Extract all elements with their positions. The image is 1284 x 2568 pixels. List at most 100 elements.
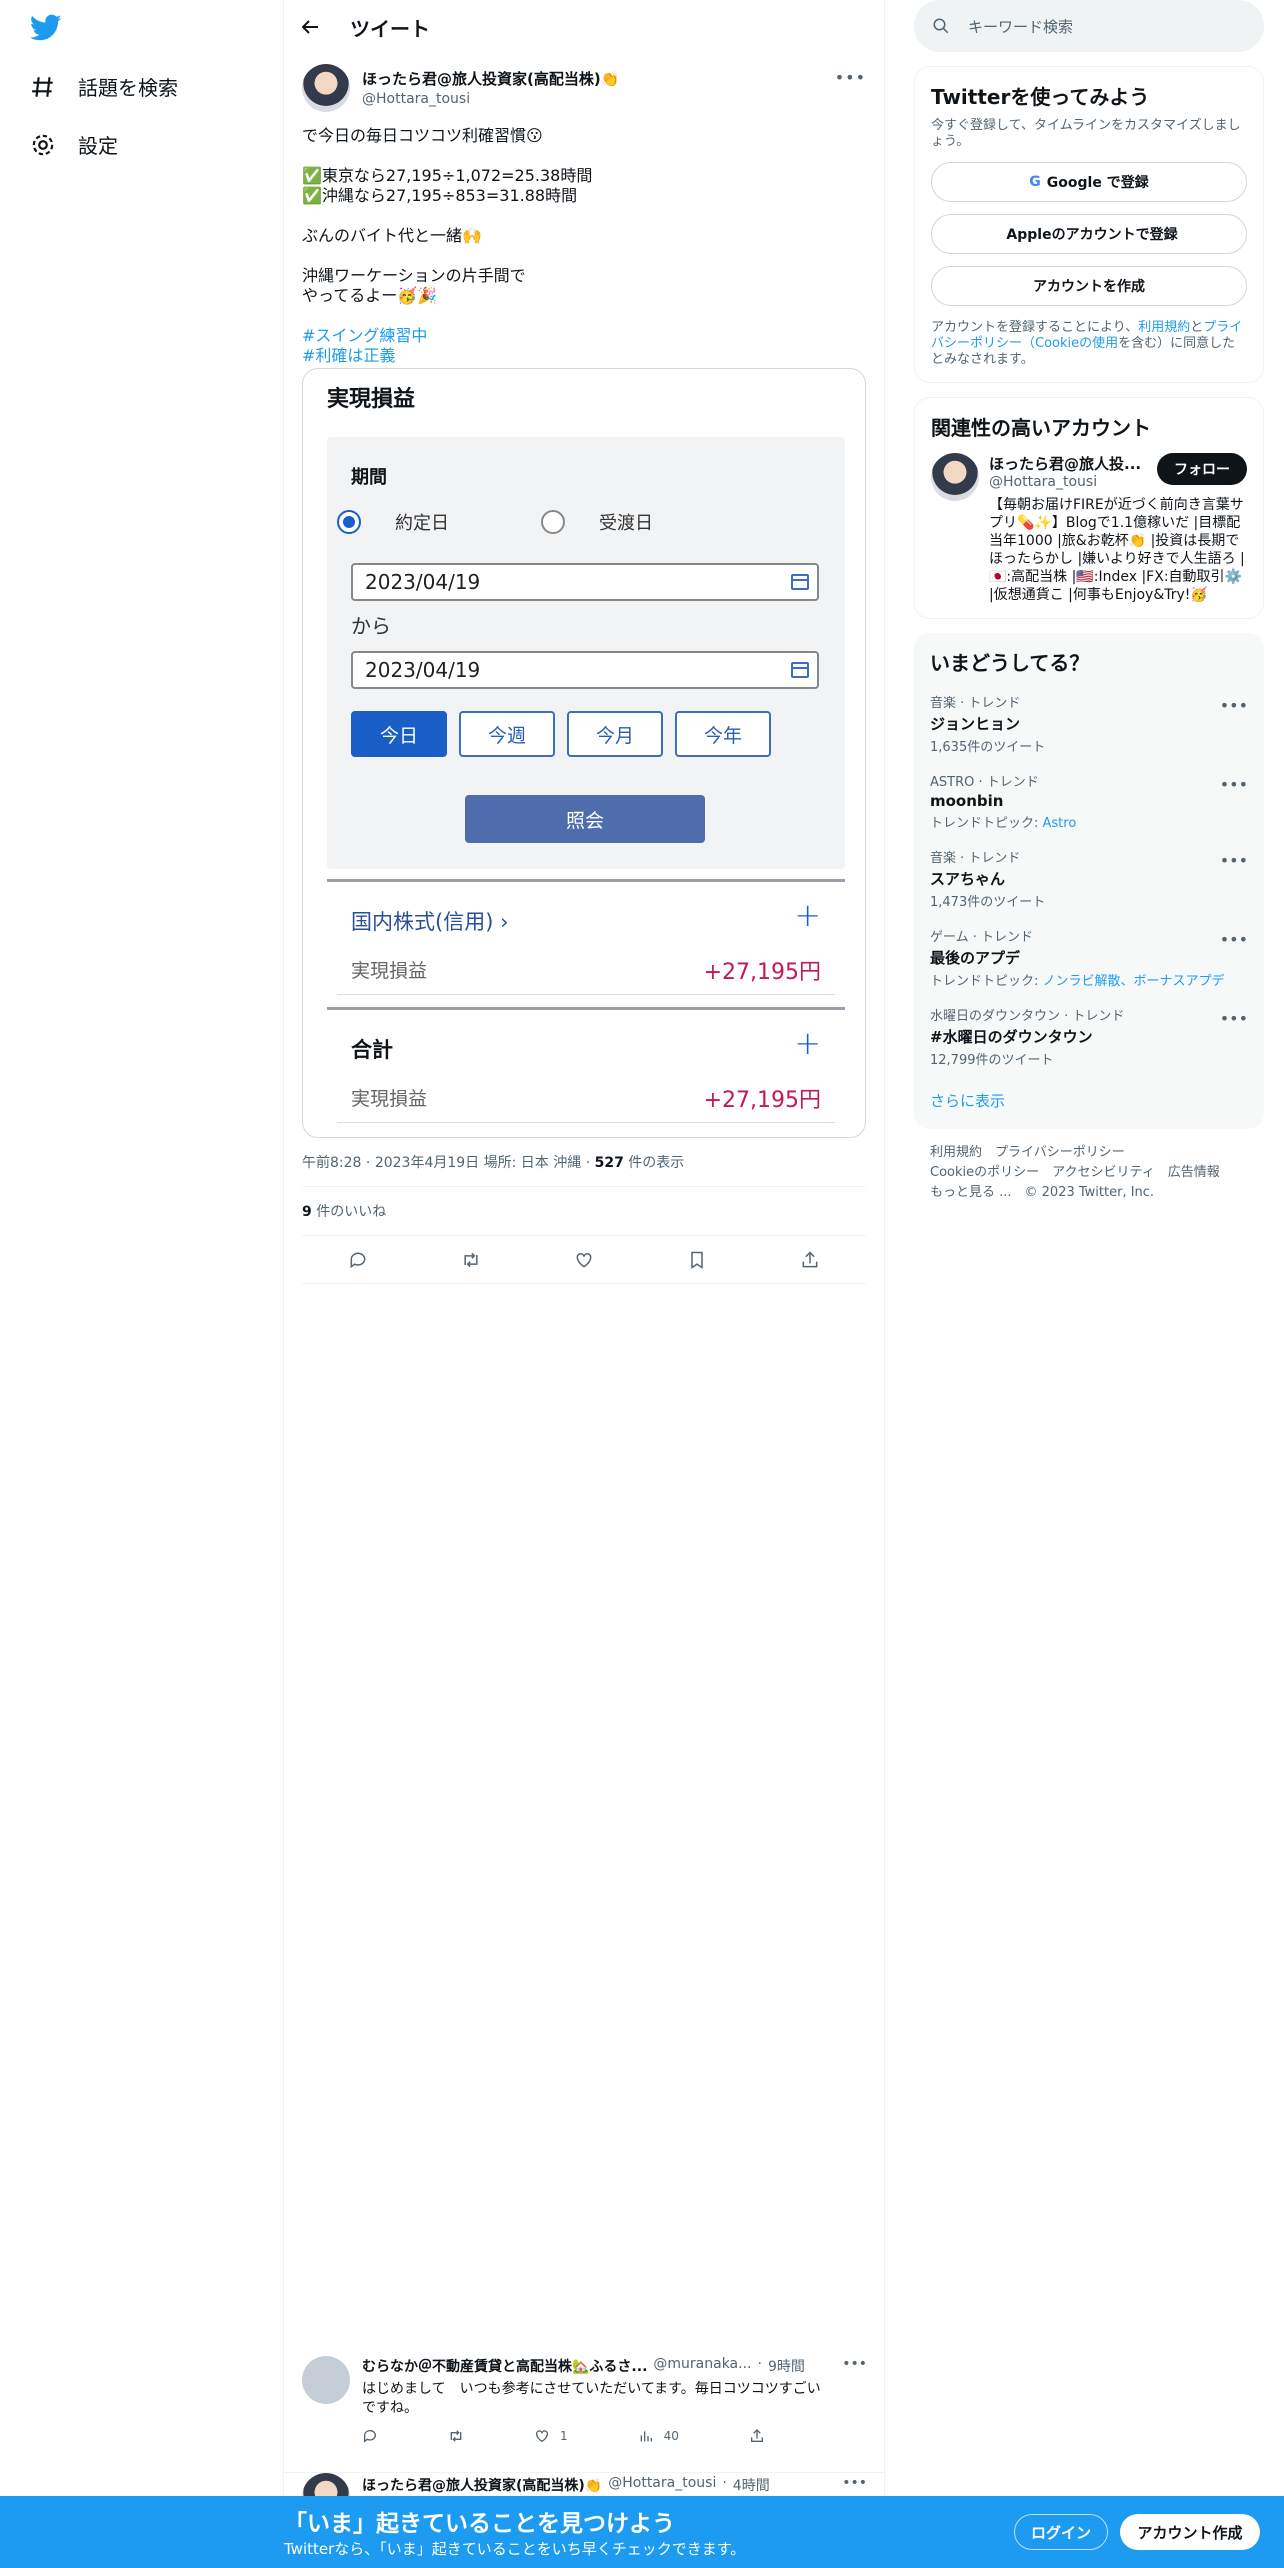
hashtag-link[interactable]: #スイング練習中 (302, 326, 427, 345)
more-icon[interactable]: ••• (1220, 775, 1248, 794)
bookmark-icon[interactable] (687, 1250, 707, 1270)
avatar[interactable] (931, 453, 979, 501)
trend-topic-link[interactable]: Astro (1043, 816, 1077, 831)
terms-link[interactable]: 利用規約 (1138, 320, 1190, 335)
pl-value: +27,195円 (703, 960, 821, 985)
tweet-line: ぶんのバイト代と一緒🙌 (302, 226, 482, 245)
related-bio: 【毎朝お届けFIREが近づく前向き言葉サプリ💊✨】Blogで1.1億稼いだ |目… (989, 497, 1245, 603)
main-column: ツイート ほったら君@旅人投資家(高配当株)👏 @Hottara_tousi •… (284, 0, 885, 2568)
trend-category: ゲーム · トレンド (930, 930, 1034, 945)
likes-row[interactable]: 9 件のいいね (302, 1187, 866, 1236)
date-value: 2023/04/19 (365, 570, 481, 594)
signup-box: Twitterを使ってみよう 今すぐ登録して、タイムラインをカスタマイズしましょ… (914, 66, 1264, 383)
like-button[interactable]: 1 (534, 2428, 568, 2444)
reply-author-name[interactable]: むらなか＠不動産賃貸と高配当株🏡ふるさ... (362, 2356, 647, 2376)
trend-count: 1,635件のツイート (930, 740, 1046, 755)
hashtag-icon (32, 76, 53, 97)
like-count: 1 (560, 2429, 568, 2443)
avatar[interactable] (302, 2356, 350, 2404)
reply-author-handle[interactable]: @muranaka... (653, 2356, 751, 2376)
reply-text: ですね。 (362, 2400, 418, 2416)
show-more-link[interactable]: さらに表示 (930, 1076, 1248, 1115)
author-name[interactable]: ほったら君@旅人投資家(高配当株)👏 (362, 68, 619, 89)
signup-button[interactable]: アカウント作成 (1120, 2514, 1260, 2550)
login-button[interactable]: ログイン (1014, 2514, 1108, 2550)
apple-signup-button[interactable]: Appleのアカウントで登録 (931, 214, 1247, 254)
right-sidebar: キーワード検索 Twitterを使ってみよう 今すぐ登録して、タイムラインをカス… (914, 0, 1264, 1217)
trend-topic-link[interactable]: ノンラビ解散、ボーナスアプデ (1043, 974, 1225, 989)
trend-item[interactable]: 水曜日のダウンタウン · トレンド #水曜日のダウンタウン 12,799件のツイート… (930, 997, 1248, 1076)
more-icon[interactable]: ••• (1220, 851, 1248, 870)
tweet-line: で今日の毎日コツコツ利確習慣😗 (302, 126, 543, 145)
google-icon: G (1029, 174, 1041, 190)
tweet-time[interactable]: 午前8:28 (302, 1155, 361, 1171)
nav-settings[interactable]: 設定 (30, 130, 118, 159)
twitter-logo-icon[interactable] (30, 14, 62, 42)
share-icon[interactable] (800, 1250, 820, 1270)
trend-category: 水曜日のダウンタウン · トレンド (930, 1009, 1125, 1024)
trend-count: 1,473件のツイート (930, 895, 1046, 910)
trend-name: スアちゃん (930, 870, 1006, 888)
footer-line[interactable]: 利用規約 プライバシーポリシー (930, 1143, 1248, 1163)
like-icon[interactable] (574, 1250, 594, 1270)
signup-title: Twitterを使ってみよう (931, 85, 1150, 109)
section-title: 合計 (351, 1038, 393, 1062)
query-button: 照会 (465, 795, 705, 843)
trend-item[interactable]: ASTRO · トレンド moonbin トレンドトピック: Astro ••• (930, 763, 1248, 839)
search-input[interactable]: キーワード検索 (968, 16, 1073, 37)
more-icon[interactable]: ••• (1220, 1009, 1248, 1028)
more-icon[interactable]: ••• (842, 2475, 867, 2491)
tweet-date[interactable]: 2023年4月19日 (375, 1155, 479, 1171)
tweet-header: ツイート (284, 0, 884, 54)
retweet-icon[interactable] (448, 2428, 464, 2444)
avatar[interactable] (302, 64, 350, 112)
trend-topic: トレンドトピック: Astro (930, 816, 1077, 831)
search-box[interactable]: キーワード検索 (914, 0, 1264, 52)
section-total: 合計 + 実現損益 +27,195円 (327, 1007, 845, 1135)
nav-explore[interactable]: 話題を検索 (30, 72, 178, 101)
more-icon[interactable]: ••• (1220, 696, 1248, 715)
date-from-field: 2023/04/19 (351, 563, 819, 601)
trend-item[interactable]: 音楽 · トレンド ジョンヒョン 1,635件のツイート ••• (930, 684, 1248, 763)
hashtag-link[interactable]: #利確は正義 (302, 346, 395, 365)
card-title: 実現損益 (327, 387, 416, 412)
views-button[interactable]: 40 (638, 2428, 679, 2444)
tweet-image[interactable]: 実現損益 期間 約定日 受渡日 2023/04/19 から 2023/04/19… (302, 368, 866, 1138)
google-signup-button[interactable]: G Google で登録 (931, 162, 1247, 202)
reply-time[interactable]: 9時間 (768, 2356, 805, 2376)
radio-checked-icon (337, 510, 361, 534)
pl-label: 実現損益 (351, 960, 428, 982)
today-button: 今日 (351, 711, 447, 757)
calendar-icon (791, 574, 809, 590)
more-icon[interactable]: ••• (842, 2356, 867, 2372)
trend-item[interactable]: 音楽 · トレンド スアちゃん 1,473件のツイート ••• (930, 839, 1248, 918)
retweet-icon[interactable] (461, 1250, 481, 1270)
tweet-line: ✅沖縄なら27,195÷853=31.88時間 (302, 186, 578, 205)
trend-item[interactable]: ゲーム · トレンド 最後のアプデ トレンドトピック: ノンラビ解散、ボーナスアプデ… (930, 918, 1248, 997)
range-label: から (351, 614, 391, 638)
tweet-place[interactable]: 場所: 日本 沖縄 (484, 1155, 582, 1171)
trend-category: 音楽 · トレンド (930, 696, 1021, 711)
plus-icon: + (794, 896, 821, 934)
create-account-button[interactable]: アカウントを作成 (931, 266, 1247, 306)
gear-icon (32, 134, 54, 155)
reply-icon[interactable] (348, 1250, 368, 1270)
share-icon[interactable] (749, 2428, 765, 2444)
week-button: 今週 (459, 711, 555, 757)
follow-button[interactable]: フォロー (1157, 453, 1247, 485)
reply-tweet[interactable]: むらなか＠不動産賃貸と高配当株🏡ふるさ... @muranaka... · 9時間… (284, 2356, 885, 2444)
more-icon[interactable]: ••• (1220, 930, 1248, 949)
related-title: 関連性の高いアカウント (931, 416, 1151, 440)
trend-name: ジョンヒョン (930, 715, 1021, 733)
more-icon[interactable]: ••• (835, 68, 866, 87)
footer-line[interactable]: もっと見る ... © 2023 Twitter, Inc. (930, 1183, 1248, 1203)
reply-icon[interactable] (362, 2428, 378, 2444)
month-button: 今月 (567, 711, 663, 757)
section-domestic-stock: 国内株式(信用) › + 実現損益 +27,195円 (327, 879, 845, 1007)
tweet-line: ✅東京なら27,195÷1,072=25.38時間 (302, 166, 593, 185)
footer-line[interactable]: Cookieのポリシー アクセシビリティ 広告情報 (930, 1163, 1248, 1183)
author-handle[interactable]: @Hottara_tousi (362, 91, 619, 107)
back-arrow-icon[interactable] (300, 17, 320, 37)
like-icon (536, 2430, 548, 2443)
nav-explore-label: 話題を検索 (78, 76, 178, 100)
